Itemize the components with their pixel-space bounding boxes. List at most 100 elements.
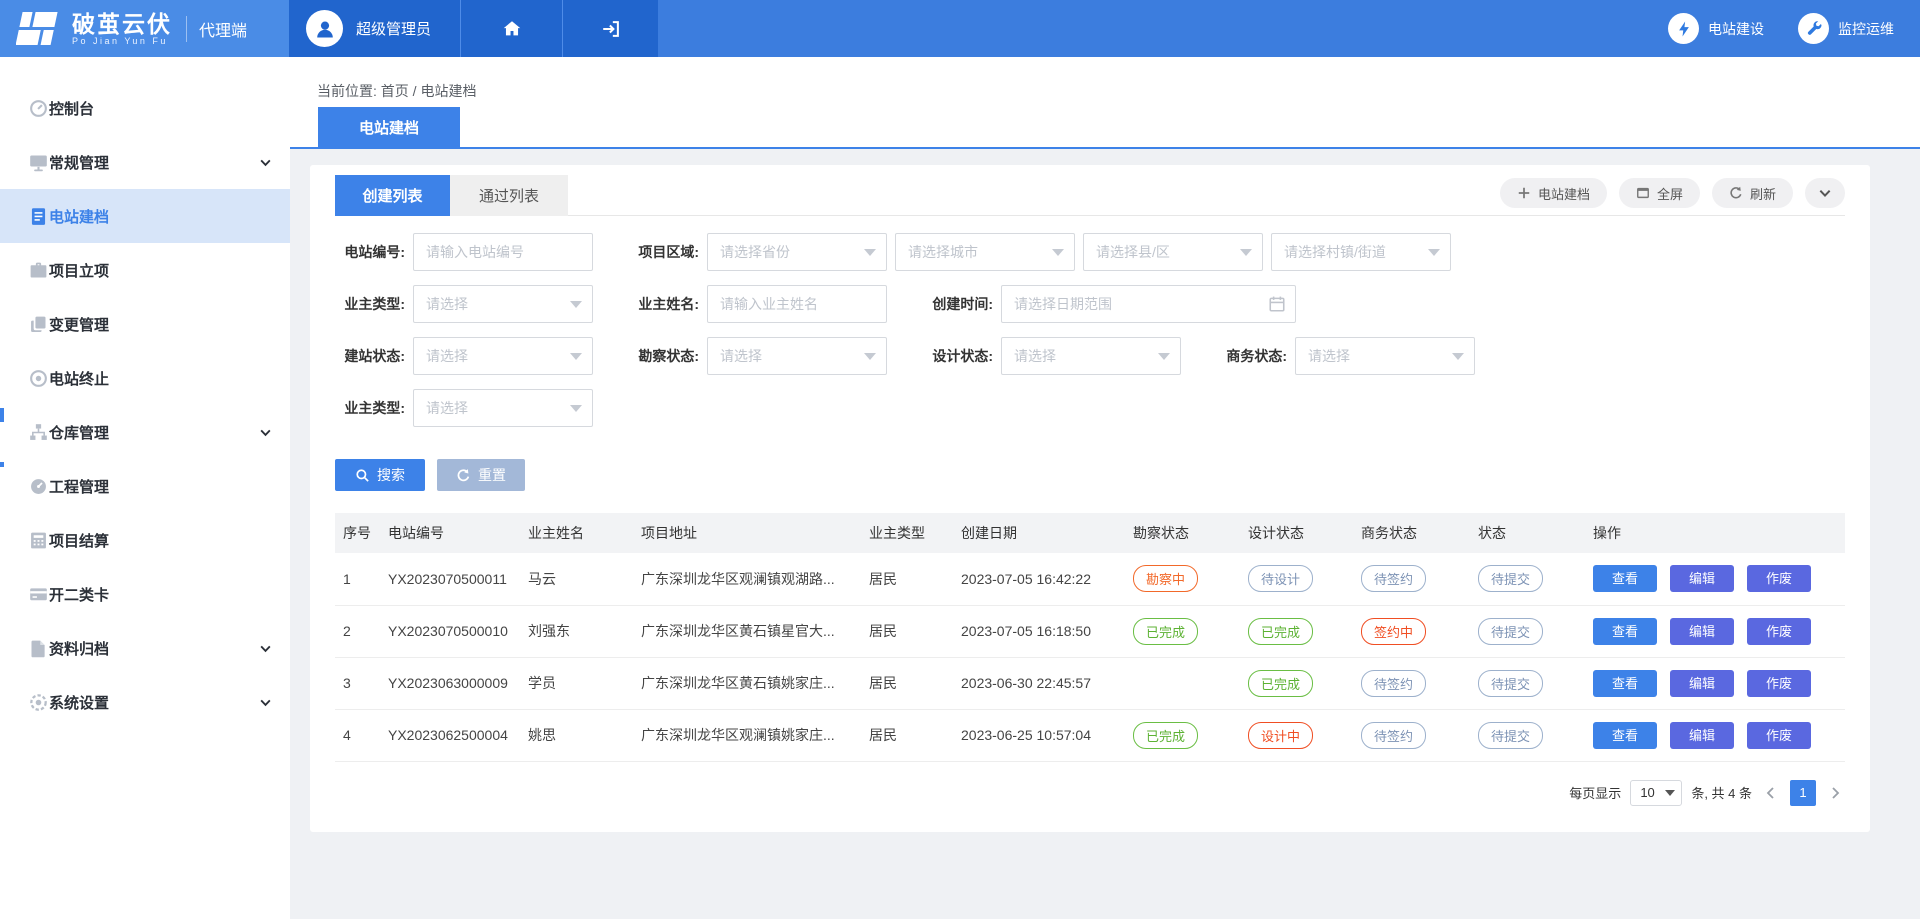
sidebar-item-系统设置[interactable]: 系统设置 [0,675,290,729]
void-button[interactable]: 作废 [1747,722,1811,749]
wrench-icon [1798,13,1829,44]
edit-button[interactable]: 编辑 [1670,618,1734,645]
sidebar-item-变更管理[interactable]: 变更管理 [0,297,290,351]
design-status-label: 设计状态: [923,346,993,366]
row-actions: 查看编辑作废 [1585,553,1845,605]
column-header-设计状态: 设计状态 [1240,513,1353,553]
survey-status-select[interactable]: 请选择 [707,337,887,375]
sidebar: 控制台常规管理电站建档项目立项变更管理电站终止仓库管理工程管理项目结算开二类卡资… [0,57,290,919]
logout-button[interactable] [562,0,658,57]
view-button[interactable]: 查看 [1593,618,1657,645]
toolbar-button-电站建档[interactable]: 电站建档 [1500,178,1607,208]
select-placeholder: 请选择 [414,398,480,418]
sidebar-item-控制台[interactable]: 控制台 [0,81,290,135]
status-badge: 待提交 [1478,670,1543,697]
owner-name-input[interactable] [707,285,887,323]
chevron-left-icon [1764,786,1778,800]
brand-logo-icon [16,10,62,48]
toolbar-button-label: 电站建档 [1538,184,1590,203]
sidebar-item-label: 工程管理 [49,476,109,497]
view-button[interactable]: 查看 [1593,670,1657,697]
chevron-down-icon [259,642,272,655]
tab-passed-list[interactable]: 通过列表 [450,175,568,216]
sidebar-item-label: 项目立项 [49,260,109,281]
topnav-item-monitor[interactable]: 监控运维 [1798,13,1894,44]
search-button[interactable]: 搜索 [335,459,425,491]
scrollbar-mark[interactable] [0,462,4,467]
toolbar-button-刷新[interactable]: 刷新 [1712,178,1793,208]
view-button[interactable]: 查看 [1593,722,1657,749]
table-header-row: 序号电站编号业主姓名项目地址业主类型创建日期勘察状态设计状态商务状态状态操作 [335,513,1845,553]
chevron-down-icon [864,249,876,256]
select-placeholder: 请选择 [414,294,480,314]
toolbar-more-button[interactable] [1805,178,1845,208]
edit-button[interactable]: 编辑 [1670,565,1734,592]
region-select-2[interactable]: 请选择城市 [895,233,1075,271]
user-menu[interactable]: 超级管理员 [289,0,460,57]
chevron-down-icon [1665,790,1675,796]
chevron-down-icon [1052,249,1064,256]
select-placeholder: 请选择 [414,346,480,366]
tab-created-list[interactable]: 创建列表 [335,175,450,216]
owner-type-select[interactable]: 请选择 [413,285,593,323]
topnav-label: 监控运维 [1838,19,1894,39]
sidebar-item-项目结算[interactable]: 项目结算 [0,513,290,567]
page-number-1[interactable]: 1 [1790,780,1816,806]
create-time-input[interactable] [1001,285,1296,323]
business-status-select[interactable]: 请选择 [1295,337,1475,375]
survey-status-cell: 勘察中 [1125,553,1240,605]
region-select-4[interactable]: 请选择村镇/街道 [1271,233,1451,271]
view-button[interactable]: 查看 [1593,565,1657,592]
sidebar-item-资料归档[interactable]: 资料归档 [0,621,290,675]
station-no-input[interactable] [413,233,593,271]
search-icon [355,468,370,483]
home-button[interactable] [460,0,562,57]
chevron-down-icon [570,353,582,360]
scrollbar-mark[interactable] [0,408,4,422]
dashboard-icon [28,98,49,119]
region-select-1[interactable]: 请选择省份 [707,233,887,271]
status-status-cell: 待提交 [1470,553,1585,605]
owner-name: 学员 [520,657,633,709]
sidebar-item-电站建档[interactable]: 电站建档 [0,189,290,243]
next-page-button[interactable] [1825,780,1845,806]
edit-button[interactable]: 编辑 [1670,670,1734,697]
void-button[interactable]: 作废 [1747,565,1811,592]
reset-button[interactable]: 重置 [437,459,525,491]
create-time-input-field[interactable] [1002,286,1295,322]
sidebar-item-label: 系统设置 [49,692,109,713]
copy-icon [28,314,49,335]
toolbar-button-全屏[interactable]: 全屏 [1619,178,1700,208]
chevron-down-icon [1158,353,1170,360]
sidebar-item-常规管理[interactable]: 常规管理 [0,135,290,189]
edit-button[interactable]: 编辑 [1670,722,1734,749]
region-select-3[interactable]: 请选择县/区 [1083,233,1263,271]
owner-name-input-field[interactable] [708,286,886,322]
sidebar-item-开二类卡[interactable]: 开二类卡 [0,567,290,621]
owner-type-2-select[interactable]: 请选择 [413,389,593,427]
survey-status-cell [1125,657,1240,709]
sidebar-item-label: 开二类卡 [49,584,109,605]
toolbar-button-label: 全屏 [1657,184,1683,203]
sidebar-item-项目立项[interactable]: 项目立项 [0,243,290,297]
table-row: 3YX2023063000009学员广东深圳龙华区黄石镇姚家庄...居民2023… [335,657,1845,709]
design-status-select[interactable]: 请选择 [1001,337,1181,375]
void-button[interactable]: 作废 [1747,670,1811,697]
page-size-select[interactable]: 10 [1630,780,1682,806]
sidebar-item-工程管理[interactable]: 工程管理 [0,459,290,513]
page-tab-station-archive[interactable]: 电站建档 [318,107,460,147]
prev-page-button[interactable] [1761,780,1781,806]
business-status-cell: 待签约 [1353,553,1470,605]
sidebar-item-label: 资料归档 [49,638,109,659]
column-header-商务状态: 商务状态 [1353,513,1470,553]
station-no-input-field[interactable] [414,234,592,270]
sidebar-item-电站终止[interactable]: 电站终止 [0,351,290,405]
chevron-down-icon [259,426,272,439]
build-status-select[interactable]: 请选择 [413,337,593,375]
survey-status-cell: 已完成 [1125,709,1240,761]
sidebar-item-仓库管理[interactable]: 仓库管理 [0,405,290,459]
void-button[interactable]: 作废 [1747,618,1811,645]
gauge-icon [28,476,49,497]
create-time-label: 创建时间: [923,294,993,314]
topnav-item-build[interactable]: 电站建设 [1668,13,1764,44]
